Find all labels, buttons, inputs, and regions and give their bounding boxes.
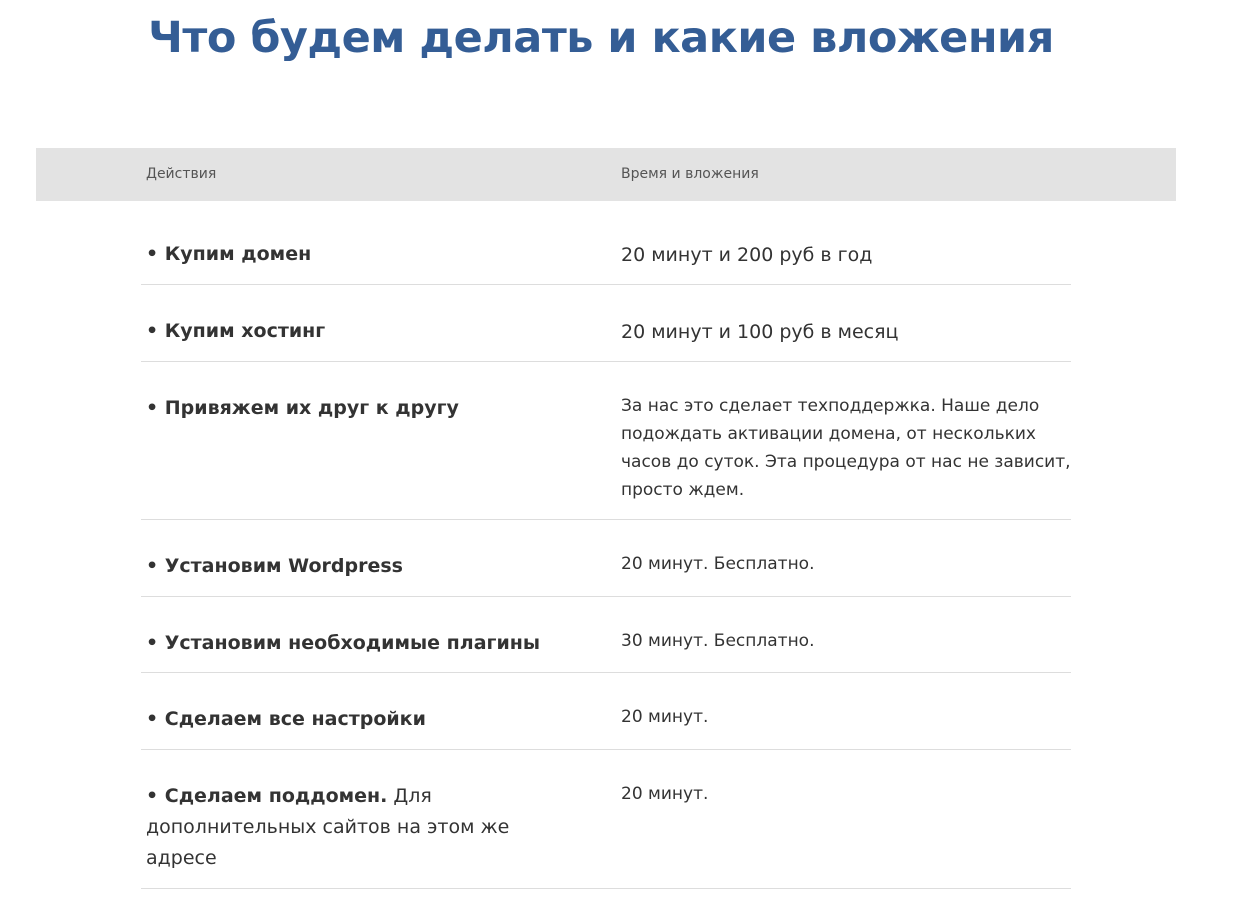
time-cell: 20 минут и 100 руб в месяц: [621, 321, 899, 343]
time-cell: 20 минут.: [621, 784, 709, 804]
action-text: • Привяжем их друг к другу: [146, 397, 459, 419]
action-cell: • Купим домен: [146, 239, 566, 270]
action-text: • Купим домен: [146, 243, 312, 265]
action-cell: • Установим Wordpress: [146, 551, 566, 582]
action-text: • Установим необходимые плагины: [146, 632, 541, 654]
action-text: • Сделаем поддомен.: [146, 785, 388, 807]
table-body: • Купим домен 20 минут и 200 руб в год •…: [141, 201, 1071, 889]
column-header-actions: Действия: [146, 166, 217, 182]
time-cell: 20 минут и 200 руб в год: [621, 244, 873, 266]
action-text: • Купим хостинг: [146, 320, 326, 342]
page-title: Что будем делать и какие вложения: [148, 13, 1054, 63]
action-cell: • Привяжем их друг к другу: [146, 393, 566, 424]
table-row: • Купим хостинг 20 минут и 100 руб в мес…: [141, 285, 1071, 362]
action-text: • Сделаем все настройки: [146, 708, 426, 730]
time-cell: 20 минут. Бесплатно.: [621, 554, 815, 574]
table-header: Действия Время и вложения: [36, 148, 1176, 201]
column-header-time: Время и вложения: [621, 166, 759, 182]
table-row: • Установим Wordpress 20 минут. Бесплатн…: [141, 520, 1071, 597]
time-cell: 20 минут.: [621, 707, 709, 727]
time-cell: За нас это сделает техподдержка. Наше де…: [621, 396, 1071, 500]
table-row: • Сделаем все настройки 20 минут.: [141, 673, 1071, 750]
table-row: • Сделаем поддомен. Для дополнительных с…: [141, 750, 1071, 889]
table-row: • Установим необходимые плагины 30 минут…: [141, 597, 1071, 673]
time-cell: 30 минут. Бесплатно.: [621, 631, 815, 651]
action-text: • Установим Wordpress: [146, 555, 403, 577]
action-cell: • Купим хостинг: [146, 316, 566, 347]
action-cell: • Сделаем все настройки: [146, 704, 566, 735]
action-cell: • Установим необходимые плагины: [146, 628, 566, 659]
table-row: • Купим домен 20 минут и 200 руб в год: [141, 201, 1071, 285]
table-row: • Привяжем их друг к другу За нас это сд…: [141, 362, 1071, 520]
action-cell: • Сделаем поддомен. Для дополнительных с…: [146, 781, 566, 874]
